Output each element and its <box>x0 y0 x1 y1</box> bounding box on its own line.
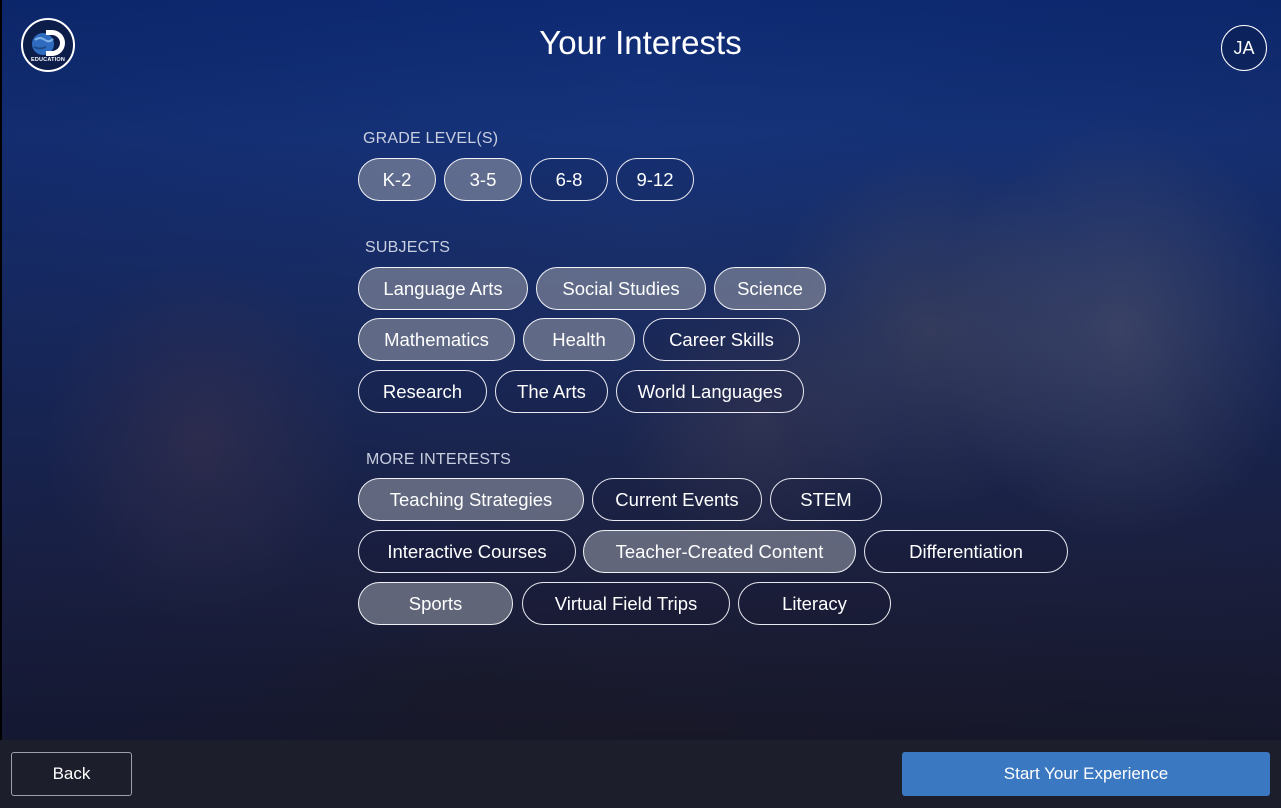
interest-pill-literacy[interactable]: Literacy <box>738 582 891 625</box>
footer-bar: Back Start Your Experience <box>0 740 1281 808</box>
interest-pill-sports[interactable]: Sports <box>358 582 513 625</box>
back-button[interactable]: Back <box>11 752 132 796</box>
interest-pill-virtual-field-trips[interactable]: Virtual Field Trips <box>522 582 730 625</box>
start-your-experience-button[interactable]: Start Your Experience <box>902 752 1270 796</box>
interest-pill-teacher-created-content[interactable]: Teacher-Created Content <box>583 530 856 573</box>
subjects-label: SUBJECTS <box>365 239 451 256</box>
interest-pill-differentiation[interactable]: Differentiation <box>864 530 1068 573</box>
subject-pill-career-skills[interactable]: Career Skills <box>643 318 800 361</box>
grade-pill-k-2[interactable]: K-2 <box>358 158 436 201</box>
page-title: Your Interests <box>539 24 742 61</box>
interest-pill-teaching-strategies[interactable]: Teaching Strategies <box>358 478 584 521</box>
grade-pill-3-5[interactable]: 3-5 <box>444 158 522 201</box>
subject-pill-mathematics[interactable]: Mathematics <box>358 318 515 361</box>
interest-pill-current-events[interactable]: Current Events <box>592 478 762 521</box>
interest-pill-stem[interactable]: STEM <box>770 478 882 521</box>
subject-pill-health[interactable]: Health <box>523 318 635 361</box>
grade-pill-6-8[interactable]: 6-8 <box>530 158 608 201</box>
subject-pill-science[interactable]: Science <box>714 267 826 310</box>
subject-pill-social-studies[interactable]: Social Studies <box>536 267 706 310</box>
user-avatar[interactable]: JA <box>1221 25 1267 71</box>
left-border <box>0 0 2 740</box>
subject-pill-research[interactable]: Research <box>358 370 487 413</box>
interest-pill-interactive-courses[interactable]: Interactive Courses <box>358 530 576 573</box>
subject-pill-language-arts[interactable]: Language Arts <box>358 267 528 310</box>
subject-pill-world-languages[interactable]: World Languages <box>616 370 804 413</box>
grade-pill-9-12[interactable]: 9-12 <box>616 158 694 201</box>
more-interests-label: MORE INTERESTS <box>366 451 512 468</box>
grade-levels-label: GRADE LEVEL(S) <box>363 130 499 147</box>
subject-pill-the-arts[interactable]: The Arts <box>495 370 608 413</box>
